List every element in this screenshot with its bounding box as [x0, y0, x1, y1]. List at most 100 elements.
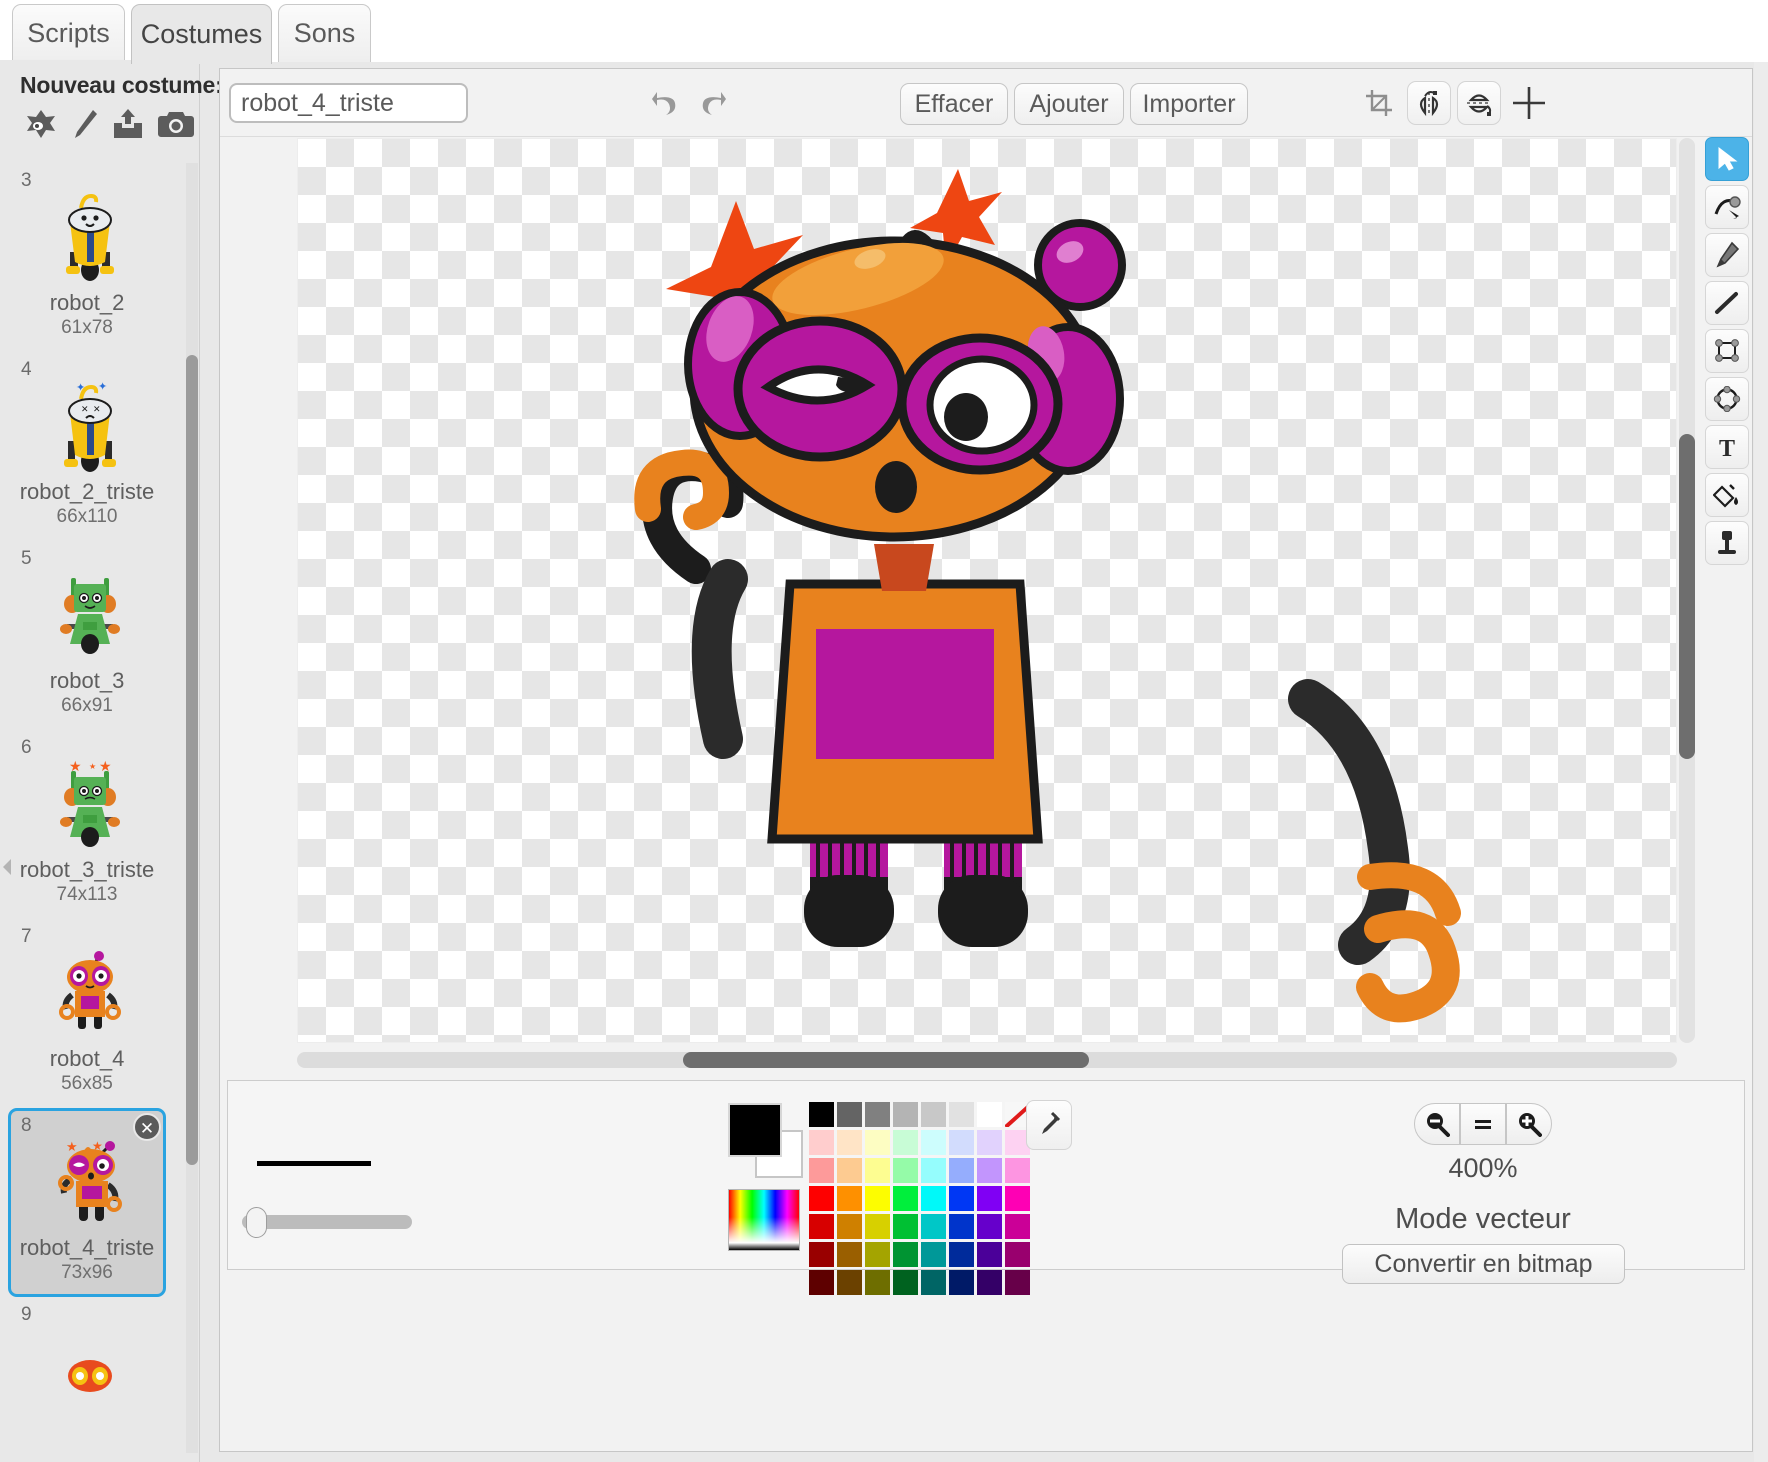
canvas-vscrollbar-thumb[interactable]	[1679, 434, 1695, 759]
eraser-tool[interactable]	[1705, 521, 1749, 565]
ellipse-tool[interactable]	[1705, 377, 1749, 421]
paint-new-costume-icon[interactable]	[24, 108, 58, 145]
color-swatch[interactable]	[921, 1102, 946, 1127]
color-swatch[interactable]	[837, 1186, 862, 1211]
redo-icon[interactable]	[692, 81, 736, 125]
color-swatch[interactable]	[865, 1270, 890, 1295]
color-swatch[interactable]	[1005, 1214, 1030, 1239]
costume-list-item-selected[interactable]: 8 ✕ ★ ★	[8, 1108, 166, 1297]
color-swatch[interactable]	[865, 1102, 890, 1127]
color-swatch[interactable]	[865, 1242, 890, 1267]
color-swatch[interactable]	[949, 1186, 974, 1211]
color-swatch[interactable]	[977, 1102, 1002, 1127]
zoom-in-icon[interactable]	[1506, 1103, 1552, 1145]
costume-name-input[interactable]	[229, 83, 468, 123]
undo-icon[interactable]	[642, 81, 686, 125]
color-swatch[interactable]	[865, 1214, 890, 1239]
color-swatch[interactable]	[949, 1130, 974, 1155]
rectangle-tool[interactable]	[1705, 329, 1749, 373]
costume-list-item[interactable]: 6 ★ ★ ★	[8, 730, 166, 919]
color-swatch[interactable]	[1005, 1186, 1030, 1211]
color-swatch[interactable]	[865, 1130, 890, 1155]
color-swatch[interactable]	[949, 1158, 974, 1183]
color-swatch[interactable]	[893, 1186, 918, 1211]
color-swatch[interactable]	[921, 1186, 946, 1211]
flip-vertical-icon[interactable]	[1457, 81, 1501, 125]
color-swatch[interactable]	[809, 1102, 834, 1127]
color-swatch[interactable]	[949, 1242, 974, 1267]
costume-list-item[interactable]: 3	[8, 163, 166, 352]
upload-costume-icon[interactable]	[112, 108, 144, 145]
color-swatch[interactable]	[809, 1130, 834, 1155]
color-swatch[interactable]	[837, 1102, 862, 1127]
line-width-slider-knob[interactable]	[246, 1207, 267, 1238]
color-swatch[interactable]	[809, 1214, 834, 1239]
color-swatch[interactable]	[977, 1158, 1002, 1183]
importer-button[interactable]: Importer	[1130, 83, 1248, 125]
convert-to-bitmap-button[interactable]: Convertir en bitmap	[1342, 1244, 1625, 1284]
reshape-tool[interactable]	[1705, 185, 1749, 229]
color-swatch[interactable]	[977, 1242, 1002, 1267]
line-tool[interactable]	[1705, 281, 1749, 325]
crop-icon[interactable]	[1357, 81, 1401, 125]
costume-list-item[interactable]: 7	[8, 919, 166, 1108]
flip-horizontal-icon[interactable]	[1407, 81, 1451, 125]
costume-list-item[interactable]: 5	[8, 541, 166, 730]
delete-costume-icon[interactable]: ✕	[133, 1113, 161, 1141]
color-swatch[interactable]	[893, 1158, 918, 1183]
costume-list-item[interactable]: 4 ✦ ✦ ✕ ✕	[8, 352, 166, 541]
costume-list-item[interactable]: 9	[8, 1297, 166, 1438]
color-swatch[interactable]	[809, 1270, 834, 1295]
tab-costumes[interactable]: Costumes	[131, 4, 272, 64]
zoom-reset-icon[interactable]	[1460, 1103, 1506, 1145]
text-tool[interactable]: T	[1705, 425, 1749, 469]
zoom-out-icon[interactable]	[1414, 1103, 1460, 1145]
color-swatch[interactable]	[977, 1130, 1002, 1155]
color-swatch[interactable]	[921, 1130, 946, 1155]
drawing-canvas[interactable]	[297, 138, 1677, 1043]
ajouter-button[interactable]: Ajouter	[1014, 83, 1124, 125]
color-swatch[interactable]	[837, 1214, 862, 1239]
color-swatch[interactable]	[893, 1242, 918, 1267]
color-swatch[interactable]	[921, 1270, 946, 1295]
color-swatch[interactable]	[977, 1214, 1002, 1239]
color-swatch[interactable]	[837, 1158, 862, 1183]
fill-tool[interactable]	[1705, 473, 1749, 517]
color-swatch[interactable]	[809, 1242, 834, 1267]
color-swatch[interactable]	[893, 1270, 918, 1295]
gradient-color-picker[interactable]	[728, 1189, 800, 1251]
effacer-button[interactable]: Effacer	[900, 83, 1008, 125]
color-swatch[interactable]	[921, 1242, 946, 1267]
collapse-panel-arrow-icon[interactable]	[0, 850, 14, 884]
color-swatch[interactable]	[837, 1130, 862, 1155]
set-costume-center-icon[interactable]	[1507, 81, 1551, 125]
color-swatch[interactable]	[977, 1270, 1002, 1295]
primary-color-swatch[interactable]	[728, 1103, 782, 1157]
color-swatch[interactable]	[1005, 1270, 1030, 1295]
eyedropper-icon[interactable]	[1026, 1100, 1072, 1150]
tab-scripts[interactable]: Scripts	[12, 4, 125, 62]
costume-list[interactable]: 3	[0, 163, 186, 1462]
color-swatch[interactable]	[921, 1214, 946, 1239]
tab-sons[interactable]: Sons	[278, 4, 371, 62]
color-swatch[interactable]	[893, 1102, 918, 1127]
color-swatch[interactable]	[809, 1158, 834, 1183]
color-swatch[interactable]	[893, 1130, 918, 1155]
color-swatch[interactable]	[837, 1242, 862, 1267]
color-swatch[interactable]	[837, 1270, 862, 1295]
select-tool[interactable]	[1705, 137, 1749, 181]
pencil-new-costume-icon[interactable]	[72, 108, 98, 145]
pencil-tool[interactable]	[1705, 233, 1749, 277]
color-swatch[interactable]	[949, 1214, 974, 1239]
color-swatch[interactable]	[949, 1102, 974, 1127]
color-swatch[interactable]	[809, 1186, 834, 1211]
color-swatch[interactable]	[1005, 1242, 1030, 1267]
color-palette[interactable]	[809, 1102, 1030, 1295]
canvas-hscrollbar-thumb[interactable]	[683, 1052, 1089, 1068]
window-scrollbar[interactable]	[1754, 62, 1768, 1462]
color-swatch[interactable]	[865, 1158, 890, 1183]
color-swatch[interactable]	[949, 1270, 974, 1295]
color-swatch[interactable]	[977, 1186, 1002, 1211]
sidebar-scrollbar-thumb[interactable]	[186, 355, 198, 1165]
color-swatch[interactable]	[921, 1158, 946, 1183]
